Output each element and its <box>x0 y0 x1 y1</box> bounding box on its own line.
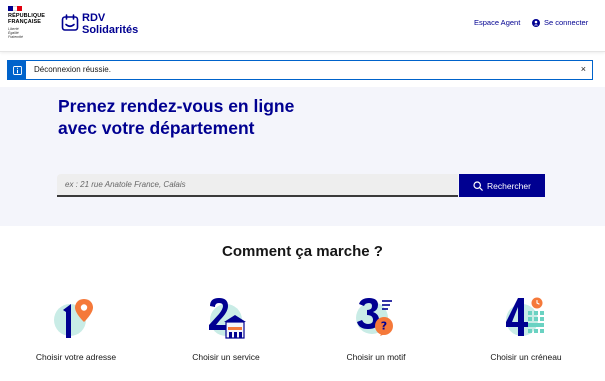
user-icon <box>532 18 540 27</box>
site-header: RÉPUBLIQUE FRANÇAISE Liberté Égalité Fra… <box>0 0 605 52</box>
step-choose-slot: Choisir un créneau <box>456 296 596 362</box>
espace-agent-link[interactable]: Espace Agent <box>474 18 520 27</box>
how-it-works-title: Comment ça marche ? <box>222 243 383 260</box>
hero-title: Prenez rendez-vous en ligne avec votre d… <box>58 95 378 139</box>
republic-line-2: FRANÇAISE <box>8 19 41 25</box>
app-name-line-2: Solidarités <box>82 24 139 36</box>
step-label: Choisir votre adresse <box>35 352 117 362</box>
calendar-icon[interactable] <box>61 14 79 32</box>
address-search-input[interactable] <box>57 174 458 197</box>
login-link[interactable]: Se connecter <box>532 18 588 27</box>
svg-text:?: ? <box>381 320 387 333</box>
login-label: Se connecter <box>544 18 589 27</box>
app-name[interactable]: RDV Solidarités <box>82 12 138 36</box>
close-icon[interactable]: × <box>581 64 586 74</box>
step-choose-reason: ? Choisir un motif <box>306 296 446 362</box>
logout-success-alert: Déconnexion réussie. × <box>7 60 593 80</box>
search-button-label: Rechercher <box>487 180 531 191</box>
hero-title-line-2: avec votre département <box>58 118 255 138</box>
step-label: Choisir un créneau <box>490 352 562 362</box>
hero-section: Prenez rendez-vous en ligne avec votre d… <box>0 87 605 226</box>
devise: Liberté Égalité Fraternité <box>8 27 48 39</box>
info-icon <box>8 61 26 79</box>
alert-message: Déconnexion réussie. <box>34 65 111 74</box>
step-choose-address: Choisir votre adresse <box>6 296 146 362</box>
search-button[interactable]: Rechercher <box>459 174 545 197</box>
question-bubble-icon: ? <box>356 298 393 336</box>
flag-icon <box>8 6 23 11</box>
hero-title-line-1: Prenez rendez-vous en ligne <box>58 96 295 116</box>
location-pin-icon <box>54 299 93 338</box>
step-label: Choisir un service <box>192 352 260 362</box>
calendar-slot-icon <box>506 297 544 336</box>
step-choose-service: Choisir un service <box>156 296 296 362</box>
building-icon <box>209 298 246 339</box>
search-icon <box>473 180 483 191</box>
step-label: Choisir un motif <box>346 352 406 362</box>
app-name-line-1: RDV <box>82 12 106 24</box>
republique-francaise-logo[interactable]: RÉPUBLIQUE FRANÇAISE Liberté Égalité Fra… <box>8 6 48 39</box>
devise-line-3: Fraternité <box>8 35 23 39</box>
